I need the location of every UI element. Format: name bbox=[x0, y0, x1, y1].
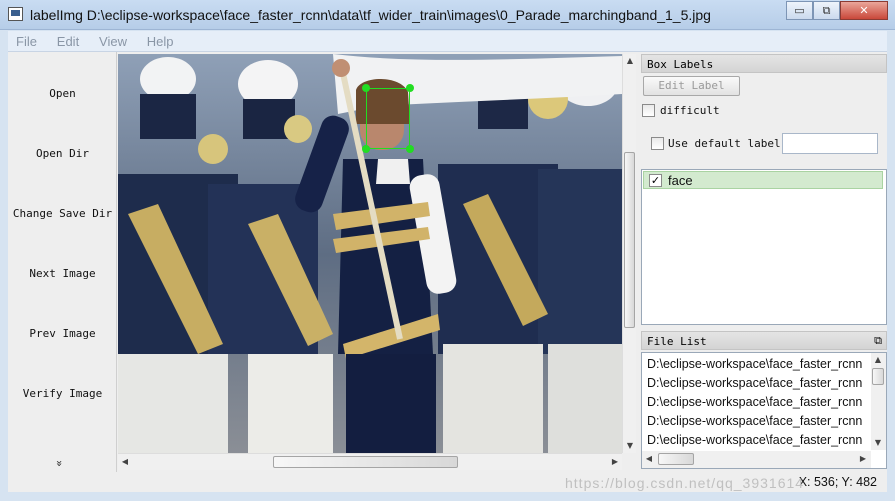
menu-bar: File Edit View Help bbox=[8, 31, 887, 52]
file-list-title: File List ⧉ bbox=[641, 331, 887, 350]
main-frame: Open Open Dir Change Save Dir Next Image… bbox=[8, 52, 887, 492]
file-scroll-left-icon[interactable]: ◀ bbox=[642, 452, 656, 466]
scroll-down-icon[interactable]: ▼ bbox=[623, 439, 637, 453]
window-title: labelImg D:\eclipse-workspace\face_faste… bbox=[30, 7, 711, 23]
file-list-vertical-thumb[interactable] bbox=[872, 368, 884, 385]
next-image-button[interactable]: Next Image bbox=[8, 267, 117, 280]
minimize-icon: ▭ bbox=[794, 4, 805, 17]
scroll-right-icon[interactable]: ▶ bbox=[608, 455, 622, 469]
difficult-label: difficult bbox=[660, 104, 720, 117]
app-icon bbox=[8, 7, 23, 21]
restore-icon: ⧉ bbox=[822, 4, 831, 17]
file-list-item[interactable]: D:\eclipse-workspace\face_faster_rcnn bbox=[647, 357, 869, 371]
box-handle-bottom-left[interactable] bbox=[362, 145, 370, 153]
restore-button[interactable]: ⧉ bbox=[813, 1, 840, 20]
file-list-item[interactable]: D:\eclipse-workspace\face_faster_rcnn bbox=[647, 414, 869, 428]
bounding-box[interactable] bbox=[366, 88, 410, 149]
title-bar: labelImg D:\eclipse-workspace\face_faste… bbox=[0, 0, 895, 30]
default-label-input[interactable] bbox=[782, 133, 878, 154]
close-icon: ✕ bbox=[859, 4, 869, 17]
canvas-horizontal-thumb[interactable] bbox=[273, 456, 458, 468]
float-dock-icon[interactable]: ⧉ bbox=[874, 334, 882, 348]
label-list: ✓ face bbox=[641, 169, 887, 325]
menu-view[interactable]: View bbox=[91, 31, 135, 49]
toolbar-extension-icon[interactable]: » bbox=[53, 460, 66, 467]
difficult-checkbox[interactable] bbox=[642, 104, 655, 117]
label-list-item[interactable]: ✓ face bbox=[643, 171, 883, 189]
edit-label-button[interactable]: Edit Label bbox=[643, 76, 740, 96]
file-list-title-text: File List bbox=[647, 335, 707, 348]
file-scroll-up-icon[interactable]: ▲ bbox=[871, 353, 885, 367]
watermark: https://blog.csdn.net/qq_3931614 bbox=[565, 475, 805, 491]
close-button[interactable]: ✕ bbox=[840, 1, 888, 20]
file-list-item[interactable]: D:\eclipse-workspace\face_faster_rcnn bbox=[647, 395, 869, 409]
file-list-item[interactable]: D:\eclipse-workspace\face_faster_rcnn bbox=[647, 376, 869, 390]
change-save-dir-button[interactable]: Change Save Dir bbox=[8, 207, 117, 220]
menu-help[interactable]: Help bbox=[139, 31, 182, 49]
menu-edit[interactable]: Edit bbox=[49, 31, 87, 49]
prev-image-button[interactable]: Prev Image bbox=[8, 327, 117, 340]
use-default-label-checkbox[interactable] bbox=[651, 137, 664, 150]
cursor-coordinates: X: 536; Y: 482 bbox=[798, 475, 877, 489]
canvas-vertical-thumb[interactable] bbox=[624, 152, 635, 328]
file-list: D:\eclipse-workspace\face_faster_rcnn D:… bbox=[641, 352, 887, 469]
canvas-horizontal-scrollbar[interactable]: ◀ ▶ bbox=[118, 453, 622, 470]
label-checked-icon[interactable]: ✓ bbox=[649, 174, 662, 187]
use-default-label-text: Use default label bbox=[668, 137, 781, 150]
minimize-button[interactable]: ▭ bbox=[786, 1, 813, 20]
image-canvas[interactable] bbox=[118, 54, 622, 455]
box-handle-bottom-right[interactable] bbox=[406, 145, 414, 153]
file-list-horizontal-scrollbar[interactable]: ◀ ▶ bbox=[642, 451, 871, 468]
file-scroll-down-icon[interactable]: ▼ bbox=[871, 436, 885, 450]
open-button[interactable]: Open bbox=[8, 87, 117, 100]
box-handle-top-left[interactable] bbox=[362, 84, 370, 92]
box-handle-top-right[interactable] bbox=[406, 84, 414, 92]
menu-file[interactable]: File bbox=[8, 31, 45, 49]
verify-image-button[interactable]: Verify Image bbox=[8, 387, 117, 400]
file-list-vertical-scrollbar[interactable]: ▲ ▼ bbox=[871, 353, 886, 450]
file-list-item[interactable]: D:\eclipse-workspace\face_faster_rcnn bbox=[647, 433, 869, 447]
tool-bar: Open Open Dir Change Save Dir Next Image… bbox=[8, 52, 117, 472]
canvas-vertical-scrollbar[interactable]: ▲ ▼ bbox=[622, 54, 636, 453]
file-scroll-right-icon[interactable]: ▶ bbox=[856, 452, 870, 466]
scroll-left-icon[interactable]: ◀ bbox=[118, 455, 132, 469]
label-name: face bbox=[668, 173, 693, 188]
box-labels-title: Box Labels bbox=[641, 54, 887, 73]
open-dir-button[interactable]: Open Dir bbox=[8, 147, 117, 160]
file-list-horizontal-thumb[interactable] bbox=[658, 453, 694, 465]
scroll-up-icon[interactable]: ▲ bbox=[623, 54, 637, 68]
